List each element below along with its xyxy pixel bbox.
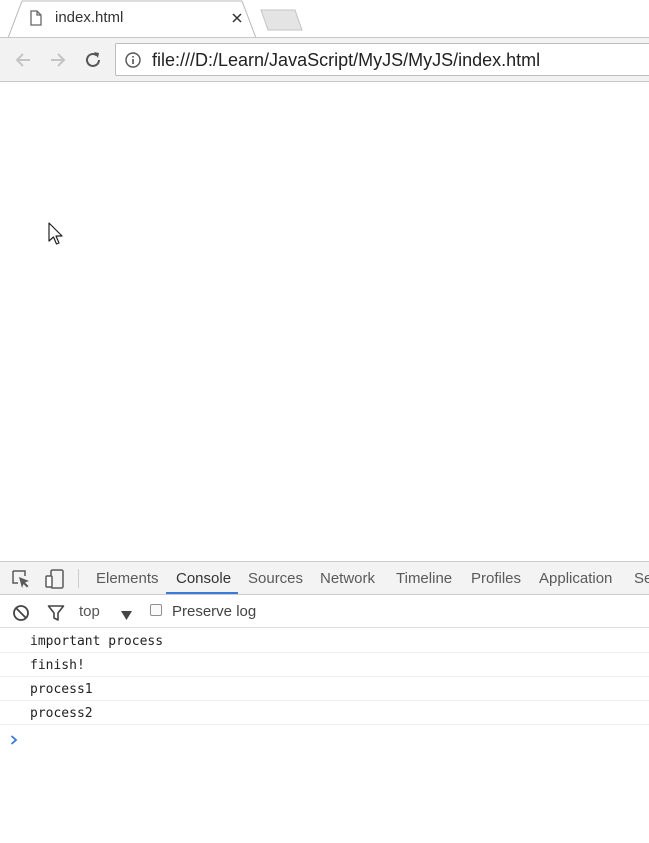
url-text[interactable]: file:///D:/Learn/JavaScript/MyJS/MyJS/in… [152,50,540,71]
tab-shape [8,0,256,38]
tab-timeline[interactable]: Timeline [396,570,452,587]
console-filter-bar: top Preserve log [0,595,649,628]
forward-arrow-icon[interactable] [47,49,69,71]
inspect-element-icon[interactable] [11,569,31,594]
tab-application[interactable]: Application [539,570,612,587]
tab-network[interactable]: Network [320,570,375,587]
tab-title: index.html [55,9,124,26]
tab-console[interactable]: Console [176,570,231,587]
new-tab-button[interactable] [258,9,304,36]
console-message: important process [0,629,649,653]
tab-index-html[interactable]: index.html [8,0,256,38]
devtools-panel: Elements Console Sources Network Timelin… [0,561,649,843]
console-message: process2 [0,701,649,725]
tab-strip: index.html [0,0,649,38]
devtools-tab-bar: Elements Console Sources Network Timelin… [0,562,649,595]
close-icon[interactable] [230,11,244,25]
filter-icon[interactable] [47,604,65,627]
back-arrow-icon[interactable] [12,49,34,71]
clear-console-icon[interactable] [12,604,30,627]
preserve-log-checkbox[interactable] [150,604,162,616]
console-input[interactable] [30,728,630,746]
console-message-text: important process [30,634,164,649]
info-icon[interactable] [125,52,141,73]
context-selector[interactable]: top [79,603,100,620]
page-viewport[interactable] [0,82,649,561]
console-message: finish! [0,653,649,677]
console-message: process1 [0,677,649,701]
console-output: important process finish! process1 proce… [0,629,649,749]
browser-toolbar: file:///D:/Learn/JavaScript/MyJS/MyJS/in… [0,37,649,82]
chevron-right-icon [10,732,18,750]
tab-security[interactable]: Se [634,570,649,587]
console-message-text: finish! [30,658,85,673]
tab-profiles[interactable]: Profiles [471,570,521,587]
toolbar-divider [78,569,79,588]
address-bar[interactable]: file:///D:/Learn/JavaScript/MyJS/MyJS/in… [115,43,649,76]
dropdown-arrow-icon[interactable] [121,607,132,625]
page-icon [30,10,42,31]
active-tab-indicator [166,592,238,594]
tab-elements[interactable]: Elements [96,570,159,587]
browser-window: index.html file:///D:/Learn/JavaScript/M… [0,0,649,843]
device-toolbar-icon[interactable] [45,569,65,594]
console-prompt[interactable] [0,725,649,749]
preserve-log-label[interactable]: Preserve log [172,603,256,620]
mouse-cursor-icon [48,222,64,251]
console-message-text: process2 [30,706,93,721]
tab-sources[interactable]: Sources [248,570,303,587]
console-message-text: process1 [30,682,93,697]
reload-icon[interactable] [82,49,104,71]
